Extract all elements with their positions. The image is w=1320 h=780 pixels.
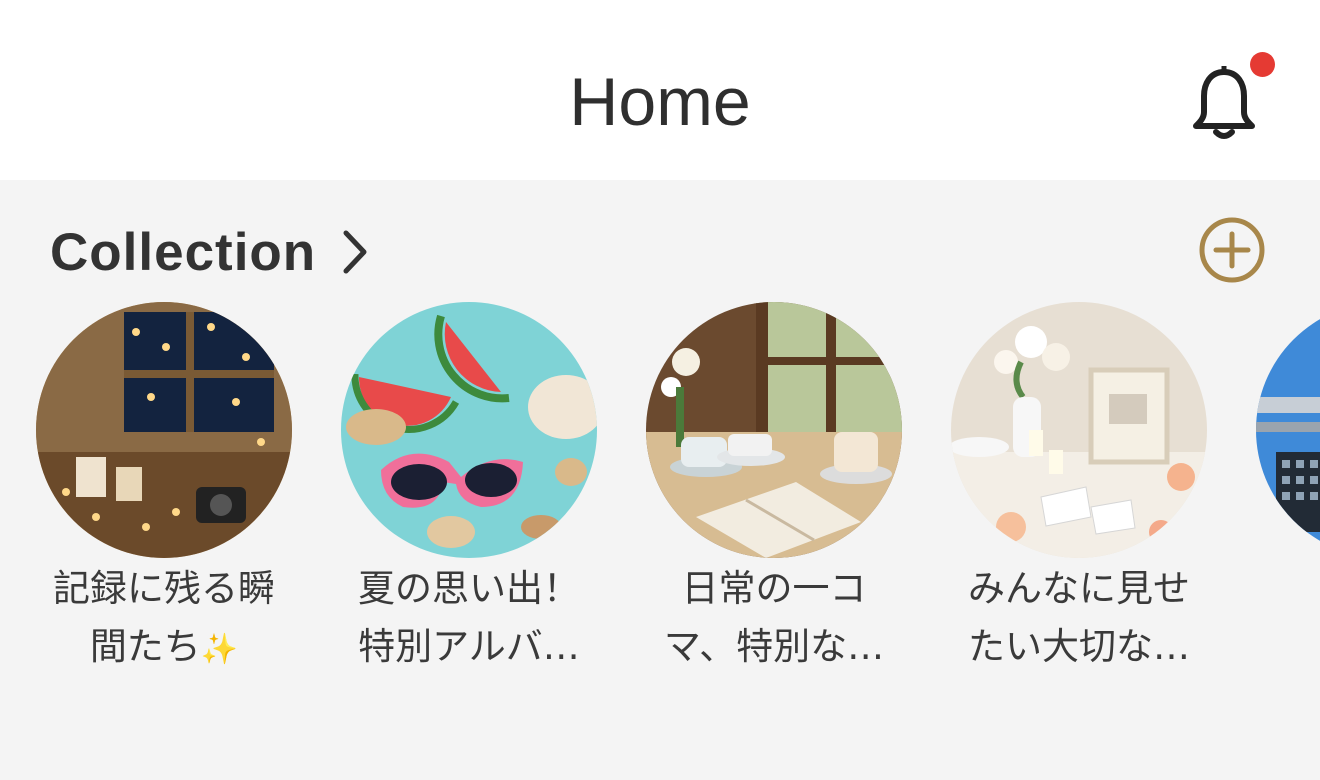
notification-badge: [1250, 52, 1275, 77]
collection-item[interactable]: みんなに見せ たい大切な…: [951, 302, 1207, 668]
plus-circle-icon[interactable]: [1198, 216, 1266, 284]
collection-caption: 記録に残る瞬 間たち✨: [53, 567, 275, 668]
collection-thumbnail: [36, 302, 292, 558]
bell-icon[interactable]: [1190, 66, 1258, 142]
collection-item[interactable]: 日常の一コ マ、特別な…: [646, 302, 902, 668]
collection-header-link[interactable]: Collection: [50, 220, 370, 284]
top-bar: Home: [0, 0, 1320, 180]
collection-thumbnail: [1256, 302, 1320, 558]
collection-caption: みんなに見せ たい大切な…: [968, 567, 1190, 668]
collection-item[interactable]: 記録に残る瞬 間たち✨: [36, 302, 292, 668]
chevron-right-icon: [343, 230, 367, 274]
collection-thumbnail: [646, 302, 902, 558]
collection-thumbnail: [341, 302, 597, 558]
collection-caption: 夏: [1236, 560, 1320, 618]
collection-caption: 夏の思い出！ 特別アルバ…: [358, 567, 580, 668]
collection-list: 記録に残る瞬 間たち✨ 夏の思い出！ 特別アルバ… 日常の一コ マ、特別な… み…: [0, 302, 1320, 682]
collection-caption: 日常の一コ マ、特別な…: [663, 567, 885, 668]
collection-item[interactable]: 夏の思い出！ 特別アルバ…: [341, 302, 597, 668]
page-title: Home: [569, 64, 751, 140]
collection-thumbnail: [951, 302, 1207, 558]
collection-item[interactable]: 夏: [1256, 302, 1320, 558]
section-title: Collection: [50, 222, 317, 282]
